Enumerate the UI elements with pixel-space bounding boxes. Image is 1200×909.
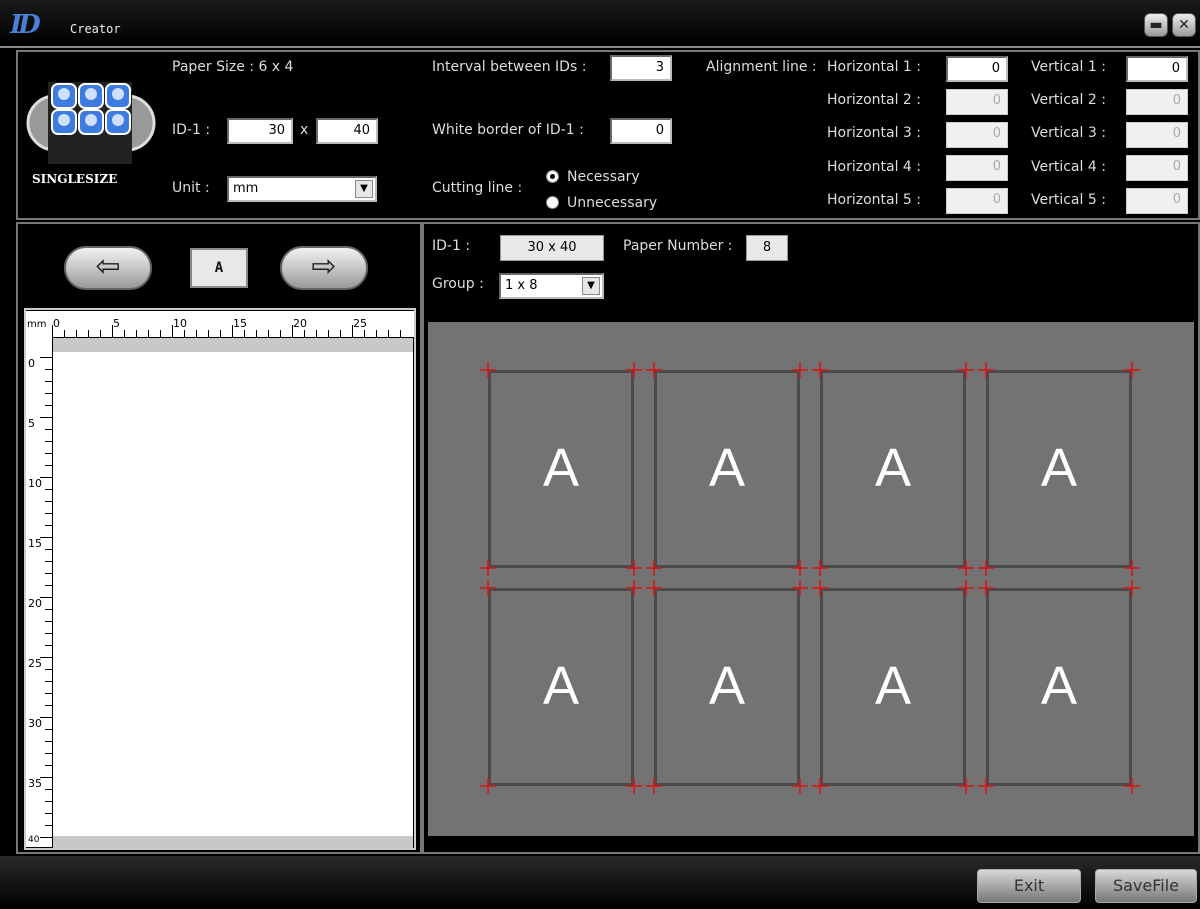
app-logo: ID (10, 10, 41, 40)
prev-arrow-icon[interactable]: ⇦ (64, 246, 152, 290)
close-icon[interactable]: ✕ (1172, 13, 1196, 37)
horizontal-4-label: Horizontal 4 : (827, 159, 922, 175)
info-id-label: ID-1 : (432, 238, 471, 254)
minimize-icon[interactable]: ▬ (1144, 13, 1168, 37)
vertical-5-input[interactable]: 0 (1126, 188, 1188, 214)
cutting-marks (480, 362, 1140, 794)
group-select[interactable]: 1 x 8 ▼ (499, 273, 604, 299)
unit-select[interactable]: mm ▼ (227, 176, 377, 202)
horizontal-4-input[interactable]: 0 (946, 155, 1008, 181)
cutting-necessary-radio[interactable] (546, 170, 559, 183)
horizontal-2-label: Horizontal 2 : (827, 92, 922, 108)
interval-input[interactable]: 3 (610, 55, 672, 81)
info-id-value: 30 x 40 (500, 235, 604, 261)
alignment-label: Alignment line : (706, 59, 817, 75)
paper-number-label: Paper Number : (623, 238, 733, 254)
horizontal-5-input[interactable]: 0 (946, 188, 1008, 214)
vertical-4-input[interactable]: 0 (1126, 155, 1188, 181)
interval-label: Interval between IDs : (432, 59, 587, 75)
save-file-button[interactable]: SaveFile (1095, 869, 1197, 903)
cutting-line-label: Cutting line : (432, 180, 523, 196)
white-border-input[interactable]: 0 (610, 118, 672, 144)
chevron-down-icon: ▼ (582, 277, 600, 295)
mode-label: SINGLESIZE (32, 172, 118, 186)
singlesize-icon (26, 80, 156, 166)
horizontal-3-label: Horizontal 3 : (827, 125, 922, 141)
window-title: Creator (70, 22, 121, 36)
chevron-down-icon: ▼ (355, 180, 373, 198)
horizontal-1-label: Horizontal 1 : (827, 59, 922, 75)
canvas-scrollbar[interactable] (53, 836, 413, 848)
id-x-label: x (300, 122, 309, 138)
id-height-input[interactable]: 40 (316, 118, 378, 144)
unit-label: Unit : (172, 180, 210, 196)
paper-size-label: Paper Size : 6 x 4 (172, 59, 294, 75)
white-border-label: White border of ID-1 : (432, 122, 584, 138)
vertical-2-label: Vertical 2 : (1031, 92, 1106, 108)
vertical-1-label: Vertical 1 : (1031, 59, 1106, 75)
horizontal-5-label: Horizontal 5 : (827, 192, 922, 208)
edit-canvas[interactable] (53, 352, 413, 836)
cutting-unnecessary-radio[interactable] (546, 196, 559, 209)
horizontal-ruler: mm 0 5 10 15 20 25 (26, 311, 414, 338)
vertical-5-label: Vertical 5 : (1031, 192, 1106, 208)
horizontal-2-input[interactable]: 0 (946, 89, 1008, 115)
vertical-3-label: Vertical 3 : (1031, 125, 1106, 141)
canvas-top-strip (53, 338, 413, 352)
vertical-1-input[interactable]: 0 (1126, 56, 1188, 82)
ruler-v-tick: 5 (28, 417, 35, 430)
ruler-unit: mm (27, 319, 47, 330)
next-arrow-icon[interactable]: ⇨ (280, 246, 368, 290)
group-label: Group : (432, 276, 484, 292)
paper-number-value: 8 (746, 235, 788, 261)
horizontal-3-input[interactable]: 0 (946, 122, 1008, 148)
vertical-4-label: Vertical 4 : (1031, 159, 1106, 175)
vertical-2-input[interactable]: 0 (1126, 89, 1188, 115)
exit-button[interactable]: Exit (977, 869, 1081, 903)
ruler-v-tick: 40 (28, 835, 40, 845)
unit-value: mm (233, 181, 259, 196)
horizontal-1-input[interactable]: 0 (946, 56, 1008, 82)
current-page-indicator: A (190, 248, 248, 288)
vertical-3-input[interactable]: 0 (1126, 122, 1188, 148)
cutting-necessary-label: Necessary (567, 169, 640, 185)
ruler-v-tick: 0 (28, 357, 35, 370)
id-size-label: ID-1 : (172, 122, 211, 138)
cutting-unnecessary-label: Unnecessary (567, 195, 658, 211)
vertical-ruler: 0 5 10 15 20 25 30 35 40 (26, 337, 53, 847)
ruler-h-marks (52, 325, 401, 337)
group-value: 1 x 8 (505, 278, 538, 293)
title-bar (0, 0, 1200, 48)
id-width-input[interactable]: 30 (227, 118, 293, 144)
ruler-v-marks (40, 357, 52, 838)
